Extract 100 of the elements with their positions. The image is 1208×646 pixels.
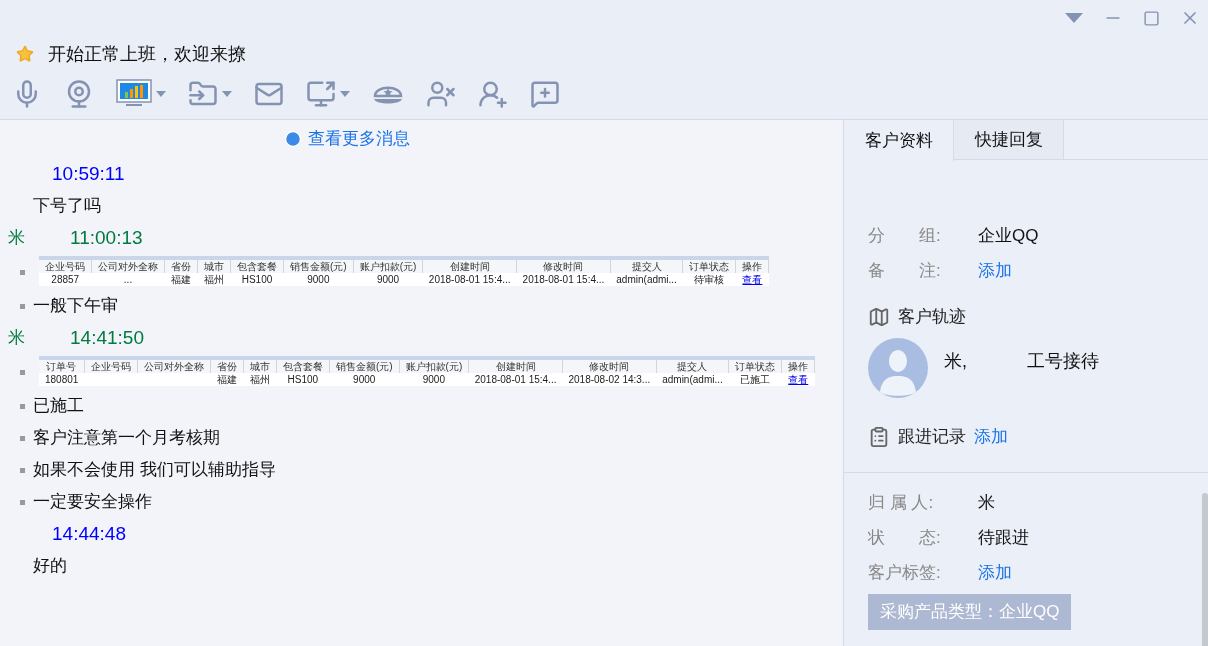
table-cell: 2018-08-01 15:4... xyxy=(474,374,557,385)
screen-share-icon[interactable] xyxy=(306,79,336,109)
bullet-icon xyxy=(20,303,25,309)
bullet-icon xyxy=(20,369,25,375)
column-header: 包含套餐 xyxy=(230,260,284,273)
table-cell: 福州 xyxy=(249,374,270,385)
message-text: 客户注意第一个月考核期 xyxy=(33,427,220,450)
caret-icon[interactable] xyxy=(222,91,232,97)
bullet-icon xyxy=(20,499,25,505)
column-header: 城市 xyxy=(197,260,231,273)
agent-note: 工号接待 xyxy=(1027,350,1099,373)
table-cell: HS100 xyxy=(241,274,273,285)
message-time: 11:00:13 xyxy=(70,225,143,250)
field-label: 分 组: xyxy=(868,224,942,247)
table-cell: admin(admi... xyxy=(616,274,677,285)
star-icon xyxy=(16,45,34,63)
view-link[interactable]: 查看 xyxy=(742,274,763,285)
section-title: 跟进记录 xyxy=(898,426,966,449)
column-header: 账户扣款(元) xyxy=(353,260,423,273)
sender-name: 米 xyxy=(8,227,25,250)
table-cell: 已施工 xyxy=(740,374,771,385)
add-comment-icon[interactable] xyxy=(530,79,560,109)
caret-icon[interactable] xyxy=(340,91,350,97)
column-header: 修改时间 xyxy=(516,260,611,273)
table-cell: ... xyxy=(123,274,133,285)
tag-chip: 采购产品类型：企业QQ xyxy=(868,594,1072,630)
monitor-chart-icon[interactable] xyxy=(116,79,152,109)
column-header: 创建时间 xyxy=(468,360,563,373)
field-label: 备 注: xyxy=(868,259,942,282)
scrollbar[interactable] xyxy=(1202,493,1208,646)
message-text: 一定要安全操作 xyxy=(33,491,152,514)
bullet-icon xyxy=(20,435,25,441)
column-header: 修改时间 xyxy=(562,360,657,373)
user-block-icon[interactable] xyxy=(426,79,456,109)
column-header: 包含套餐 xyxy=(276,360,330,373)
field-label: 客户标签: xyxy=(868,561,942,584)
column-header: 省份 xyxy=(210,360,244,373)
table-cell: 2018-08-01 15:4... xyxy=(522,274,605,285)
message-time: 14:44:48 xyxy=(52,521,126,546)
table-cell: 28857 xyxy=(51,274,80,285)
column-header: 订单号 xyxy=(39,360,85,373)
caret-icon[interactable] xyxy=(156,91,166,97)
status-message: 开始正常上班，欢迎来撩 xyxy=(48,42,246,66)
column-header: 操作 xyxy=(735,260,769,273)
table-cell: 180801 xyxy=(45,374,79,385)
table-cell: HS100 xyxy=(287,374,319,385)
column-header: 账户扣款(元) xyxy=(399,360,469,373)
section-title: 客户轨迹 xyxy=(898,306,966,329)
clipboard-icon xyxy=(868,426,890,448)
message-text: 一般下午审 xyxy=(33,295,118,318)
column-header: 企业号码 xyxy=(84,360,138,373)
message-time: 14:41:50 xyxy=(70,325,144,350)
column-header: 创建时间 xyxy=(422,260,517,273)
bullet-icon xyxy=(20,269,25,275)
bullet-icon xyxy=(20,467,25,473)
table-cell: 9000 xyxy=(307,274,330,285)
message-time: 10:59:11 xyxy=(52,161,125,186)
field-label: 归 属 人: xyxy=(868,491,935,514)
user-transfer-icon[interactable] xyxy=(478,79,508,109)
table-cell: 9000 xyxy=(422,374,445,385)
maximize-icon[interactable] xyxy=(1143,9,1160,27)
add-link[interactable]: 添加 xyxy=(974,424,1008,450)
table-cell: 待审核 xyxy=(694,274,725,285)
column-header: 城市 xyxy=(243,360,277,373)
add-link[interactable]: 添加 xyxy=(978,559,1012,586)
table-cell: 福建 xyxy=(171,274,191,285)
table-cell: admin(admi... xyxy=(662,374,723,385)
column-header: 提交人 xyxy=(610,260,683,273)
column-header: 操作 xyxy=(781,360,815,373)
column-header: 订单状态 xyxy=(728,360,782,373)
column-header: 企业号码 xyxy=(39,260,92,273)
column-header: 省份 xyxy=(164,260,198,273)
panel-tab[interactable]: 客户资料 xyxy=(844,120,954,161)
panel-tab[interactable]: 快捷回复 xyxy=(954,120,1064,159)
column-header: 提交人 xyxy=(656,360,729,373)
column-header: 公司对外全称 xyxy=(137,360,211,373)
field-value: 米 xyxy=(978,491,995,514)
agent-name: 米, xyxy=(944,350,967,373)
table-cell: 9000 xyxy=(376,274,400,285)
column-header: 订单状态 xyxy=(682,260,736,273)
message-text: 下号了吗 xyxy=(33,195,101,218)
column-header: 销售金额(元) xyxy=(283,260,354,273)
table-cell: 2018-08-01 15:4... xyxy=(428,274,511,285)
table-cell: 福州 xyxy=(204,274,224,285)
table-cell: 9000 xyxy=(353,374,376,385)
add-link[interactable]: 添加 xyxy=(978,257,1012,284)
message-text: 已施工 xyxy=(33,395,84,418)
avatar-icon xyxy=(868,338,928,398)
column-header: 销售金额(元) xyxy=(329,360,400,373)
more-messages-link[interactable]: 查看更多消息 xyxy=(283,126,410,152)
table-cell: 福建 xyxy=(216,374,237,385)
view-link[interactable]: 查看 xyxy=(788,374,809,385)
map-icon xyxy=(868,306,890,328)
column-header: 公司对外全称 xyxy=(91,260,165,273)
bullet-icon xyxy=(20,403,25,409)
field-label: 状 态: xyxy=(868,526,942,549)
field-value: 企业QQ xyxy=(978,224,1039,247)
dropdown-icon[interactable] xyxy=(1065,13,1083,23)
sender-name: 米 xyxy=(8,327,25,350)
message-text: 好的 xyxy=(33,555,67,578)
